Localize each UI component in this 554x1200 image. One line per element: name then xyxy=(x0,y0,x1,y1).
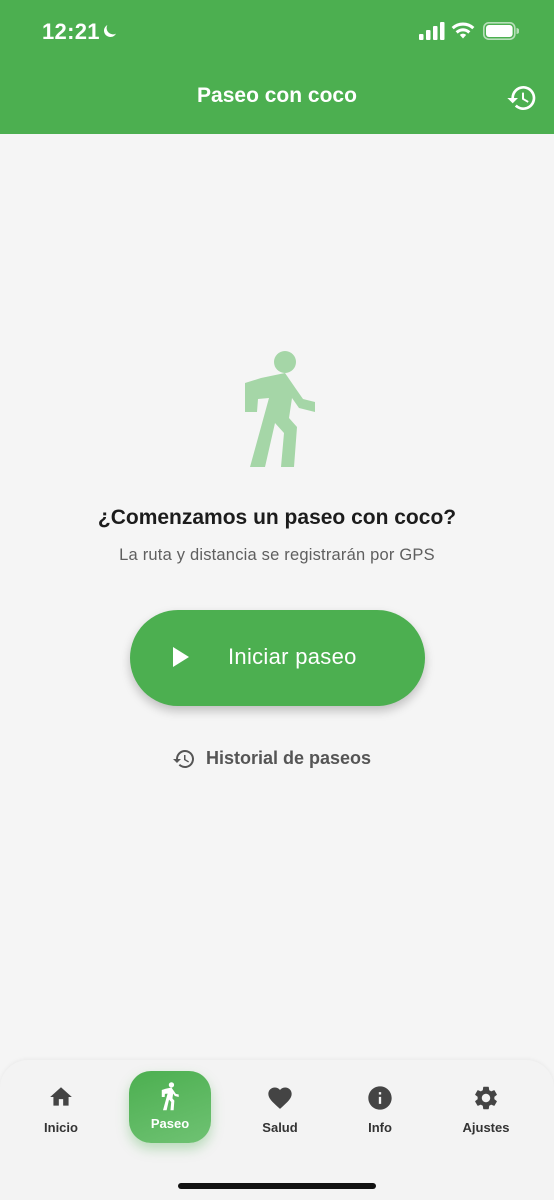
battery-icon xyxy=(483,22,519,40)
nav-item-info[interactable]: Info xyxy=(340,1080,420,1142)
heart-icon xyxy=(268,1087,292,1109)
nav-label-ajustes: Ajustes xyxy=(462,1120,510,1135)
nav-item-salud[interactable]: Salud xyxy=(240,1080,320,1142)
nav-label-info: Info xyxy=(368,1120,392,1135)
nav-item-paseo[interactable]: Paseo xyxy=(129,1071,211,1143)
app-bar: 12:21 Paseo con coco xyxy=(0,0,554,134)
start-walk-button[interactable]: Iniciar paseo xyxy=(130,610,425,706)
nav-label-inicio: Inicio xyxy=(44,1120,78,1135)
info-icon xyxy=(368,1086,392,1110)
start-walk-label: Iniciar paseo xyxy=(228,644,357,669)
history-icon xyxy=(507,86,536,110)
nav-item-inicio[interactable]: Inicio xyxy=(21,1080,101,1142)
walk-icon xyxy=(161,1082,179,1111)
gps-subtitle: La ruta y distancia se registrarán por G… xyxy=(119,546,435,564)
nav-item-ajustes[interactable]: Ajustes xyxy=(446,1080,526,1142)
play-icon xyxy=(173,647,189,667)
page-title: Paseo con coco xyxy=(197,84,357,107)
walk-history-label: Historial de paseos xyxy=(206,748,372,768)
home-icon xyxy=(50,1087,72,1106)
status-time: 12:21 xyxy=(42,19,100,44)
nav-label-salud: Salud xyxy=(262,1120,298,1135)
history-button[interactable] xyxy=(506,82,538,114)
walk-history-link[interactable]: Historial de paseos xyxy=(172,745,384,773)
headline: ¿Comenzamos un paseo con coco? xyxy=(97,506,457,529)
status-bar: 12:21 xyxy=(0,0,554,62)
gear-icon xyxy=(475,1086,497,1110)
wifi-icon xyxy=(451,22,475,39)
history-icon xyxy=(173,750,194,768)
signal-icon xyxy=(419,22,445,40)
home-indicator[interactable] xyxy=(178,1183,376,1189)
nav-label-paseo: Paseo xyxy=(150,1116,190,1131)
walking-person-icon xyxy=(245,351,315,467)
moon-icon xyxy=(104,25,116,37)
